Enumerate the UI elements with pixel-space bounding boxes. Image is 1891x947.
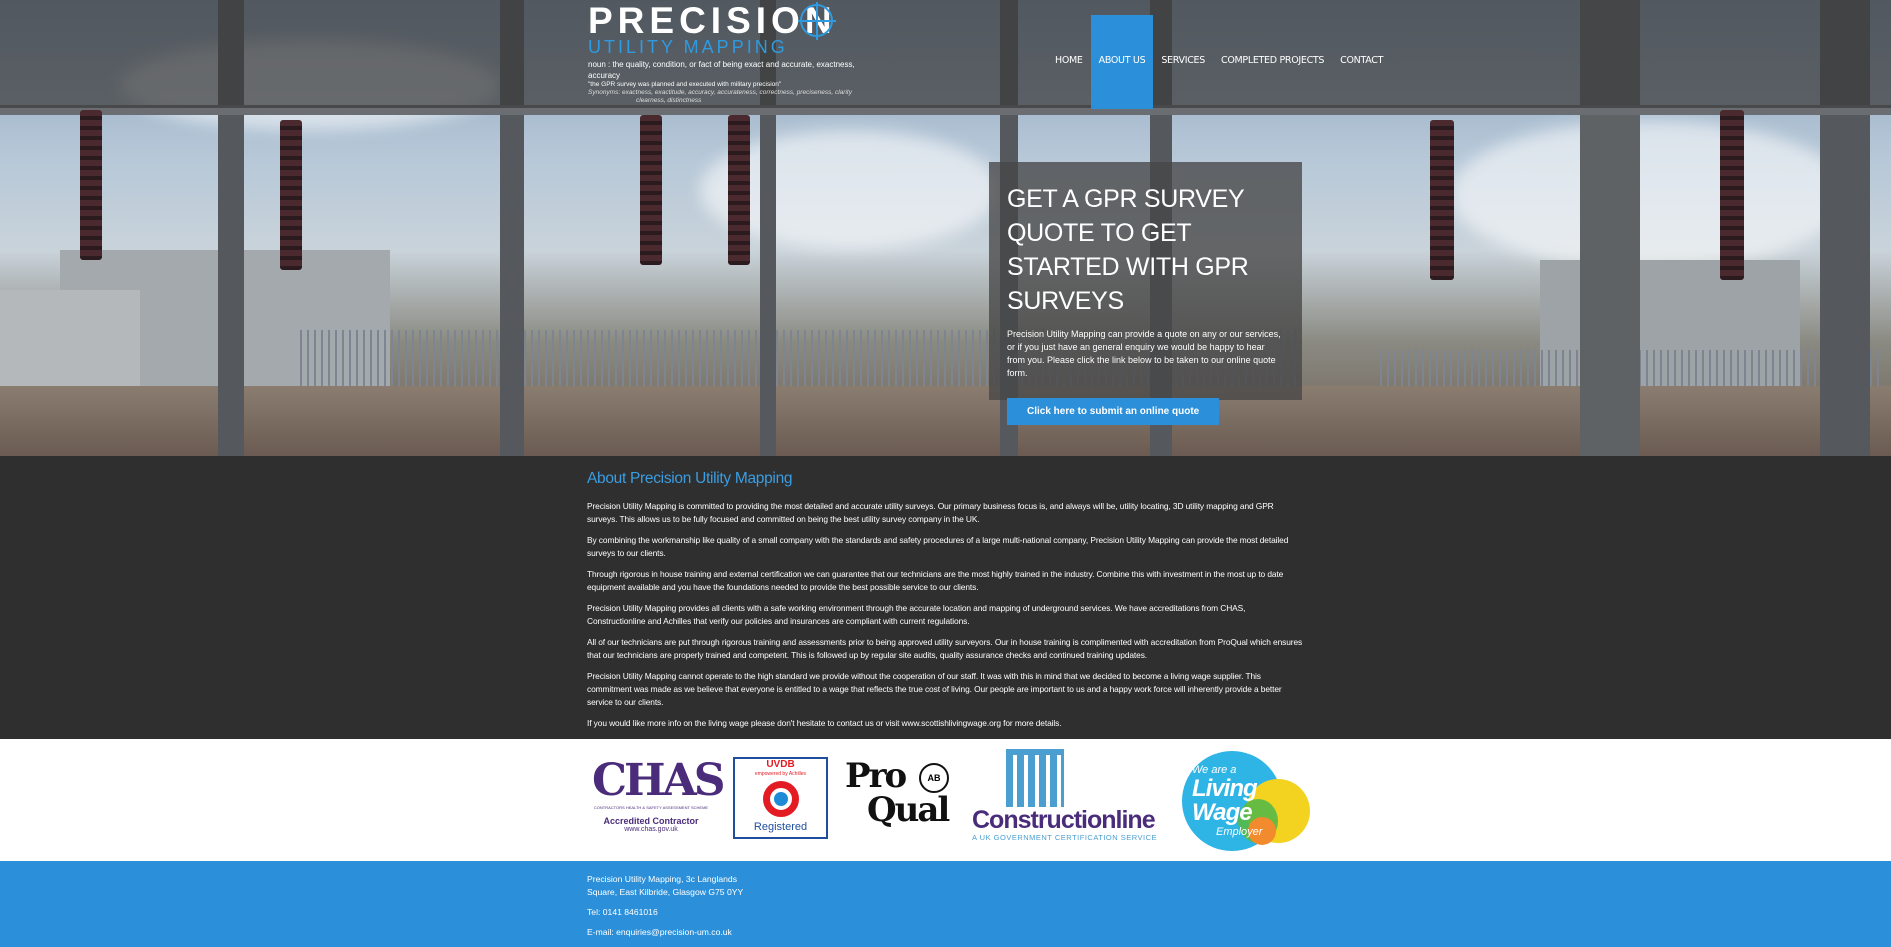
- chas-logo: CHAS CONTRACTORS HEALTH & SAFETY ASSESSM…: [592, 755, 726, 842]
- quote-text: Precision Utility Mapping can provide a …: [1007, 329, 1281, 378]
- accreditation-logos: CHAS CONTRACTORS HEALTH & SAFETY ASSESSM…: [0, 739, 1891, 861]
- site-logo[interactable]: PRECISION UTILITY MAPPING noun : the qua…: [588, 2, 888, 105]
- living-wage-line4: Employer: [1216, 826, 1263, 838]
- chas-logo-name: CHAS: [592, 755, 726, 806]
- quote-panel: GET A GPR SURVEY QUOTE TO GET STARTED WI…: [989, 162, 1302, 425]
- footer-address-line2: Square, East Kilbride, Glasgow G75 0YY: [587, 887, 744, 897]
- main-nav: HOME ABOUT US SERVICES COMPLETED PROJECT…: [1047, 15, 1391, 109]
- about-paragraph: Precision Utility Mapping provides all c…: [587, 603, 1246, 626]
- constructionline-logo-name: Constructionline: [972, 806, 1156, 834]
- footer-email[interactable]: E-mail: enquiries@precision-um.co.uk: [587, 926, 743, 939]
- uvdb-logo-status: Registered: [753, 821, 808, 833]
- proqual-logo: Pro Qual AB: [845, 759, 955, 839]
- crosshair-icon: [798, 2, 836, 40]
- about-paragraph: If you would like more info on the livin…: [587, 718, 1062, 728]
- nav-services[interactable]: SERVICES: [1153, 15, 1213, 109]
- chas-logo-url: www.chas.gov.uk: [624, 826, 678, 833]
- proqual-badge-icon: AB: [919, 763, 949, 793]
- hero-banner: [0, 0, 1891, 456]
- nav-contact[interactable]: CONTACT: [1332, 15, 1391, 109]
- chas-logo-scheme: CONTRACTORS HEALTH & SAFETY ASSESSMENT S…: [593, 805, 709, 810]
- constructionline-logo: Constructionline A UK GOVERNMENT CERTIFI…: [972, 749, 1167, 849]
- logo-definition: noun : the quality, condition, or fact o…: [588, 60, 855, 80]
- about-paragraph: All of our technicians are put through r…: [587, 637, 1303, 660]
- nav-completed-projects[interactable]: COMPLETED PROJECTS: [1213, 15, 1332, 109]
- nav-home[interactable]: HOME: [1047, 15, 1091, 109]
- about-title: About Precision Utility Mapping: [587, 470, 793, 487]
- uvdb-logo-name: UVDB: [766, 759, 795, 770]
- logo-synonyms-2: clearness, distinctness: [636, 97, 702, 104]
- footer-address-line1: Precision Utility Mapping, 3c Langlands: [587, 874, 737, 884]
- living-wage-line3: Wage: [1192, 799, 1253, 826]
- footer-telephone[interactable]: Tel: 0141 8461016: [587, 906, 743, 919]
- about-section: About Precision Utility Mapping Precisio…: [0, 456, 1891, 739]
- uvdb-logo-powered: empowered by Achilles: [754, 771, 807, 777]
- about-paragraph: By combining the workmanship like qualit…: [587, 535, 1289, 558]
- uvdb-logo: UVDB empowered by Achilles Registered: [733, 757, 828, 839]
- living-wage-line2: Living: [1192, 775, 1258, 802]
- logo-example: "the GPR survey was planned and executed…: [588, 81, 782, 88]
- logo-synonyms: Synonyms: exactness, exactitude, accurac…: [588, 89, 852, 96]
- proqual-logo-line2: Qual: [867, 790, 950, 830]
- living-wage-logo: We are a Living Wage Employer: [1182, 751, 1312, 851]
- constructionline-logo-tag: A UK GOVERNMENT CERTIFICATION SERVICE: [972, 833, 1158, 842]
- about-paragraph: Through rigorous in house training and e…: [587, 569, 1284, 592]
- chas-logo-accredited: Accredited Contractor: [603, 816, 699, 826]
- site-footer: Precision Utility Mapping, 3c Langlands …: [0, 861, 1891, 947]
- submit-quote-button[interactable]: Click here to submit an online quote: [1007, 398, 1220, 425]
- nav-about-us[interactable]: ABOUT US: [1090, 15, 1154, 109]
- about-paragraph: Precision Utility Mapping is committed t…: [587, 501, 1274, 524]
- pillar-icon: [1006, 749, 1064, 807]
- about-paragraph: Precision Utility Mapping cannot operate…: [587, 671, 1282, 707]
- logo-subtitle: UTILITY MAPPING: [588, 37, 788, 57]
- target-icon: [762, 781, 799, 817]
- logo-brand: PRECISION: [588, 0, 837, 41]
- quote-title: GET A GPR SURVEY QUOTE TO GET STARTED WI…: [1007, 185, 1249, 315]
